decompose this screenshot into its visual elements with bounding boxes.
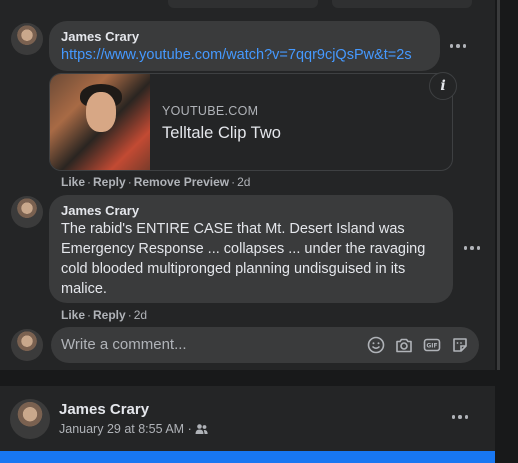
avatar[interactable] — [11, 23, 43, 55]
post-media-strip — [0, 451, 495, 463]
comment-bubble: James Crary https://www.youtube.com/watc… — [49, 21, 440, 71]
remove-preview-button[interactable]: Remove Preview — [134, 175, 229, 189]
comment-text-line: malice. — [61, 281, 107, 297]
post-time-link[interactable]: January 29 at 8:55 AM — [59, 422, 184, 436]
comment-actions: Like · Reply · 2d — [61, 308, 148, 322]
separator-dot: · — [187, 422, 192, 436]
svg-text:GIF: GIF — [426, 343, 437, 350]
avatar[interactable] — [11, 196, 43, 228]
comment-text-line: Emergency Response ... collapses ... und… — [61, 241, 426, 257]
post-timestamp: January 29 at 8:55 AM · — [59, 422, 208, 436]
camera-icon[interactable] — [395, 336, 413, 354]
comment-link[interactable]: https://www.youtube.com/watch?v=7qqr9cjQ… — [61, 45, 428, 65]
friends-audience-icon[interactable] — [195, 423, 208, 435]
reply-button[interactable]: Reply — [93, 175, 126, 189]
emoji-icon[interactable] — [367, 336, 385, 354]
more-options-icon[interactable] — [446, 38, 470, 54]
video-thumbnail[interactable] — [50, 74, 150, 170]
comment-author[interactable]: James Crary — [61, 29, 428, 45]
comment-author[interactable]: James Crary — [61, 203, 441, 219]
preview-domain: YOUTUBE.COM — [162, 104, 259, 118]
like-button[interactable]: Like — [61, 175, 85, 189]
comment-text-line: cold blooded multipronged planning undis… — [61, 261, 406, 277]
comment-age[interactable]: 2d — [134, 308, 147, 322]
comment-age[interactable]: 2d — [237, 175, 250, 189]
post-author-avatar[interactable] — [10, 399, 50, 439]
scrollbar[interactable] — [497, 0, 500, 370]
partial-button-left[interactable] — [168, 0, 318, 8]
comment-bubble: James Crary The rabid's ENTIRE CASE that… — [49, 195, 453, 303]
more-options-icon[interactable] — [460, 240, 484, 256]
more-options-icon[interactable] — [448, 409, 472, 425]
preview-title[interactable]: Telltale Clip Two — [162, 124, 281, 143]
partial-button-right[interactable] — [332, 0, 472, 8]
gif-icon[interactable]: GIF — [423, 336, 441, 354]
post-author-name[interactable]: James Crary — [59, 401, 149, 418]
top-partial-buttons — [168, 0, 472, 8]
reply-button[interactable]: Reply — [93, 308, 126, 322]
avatar[interactable] — [11, 329, 43, 361]
comment-composer[interactable]: Write a comment... GIF — [51, 327, 479, 363]
info-icon[interactable]: i — [429, 72, 457, 100]
link-preview-card[interactable]: YOUTUBE.COM Telltale Clip Two — [49, 73, 453, 171]
sticker-icon[interactable] — [451, 336, 469, 354]
comment-actions: Like · Reply · Remove Preview · 2d — [61, 175, 251, 189]
comment-text-line: The rabid's ENTIRE CASE that Mt. Desert … — [61, 221, 405, 237]
comment-input[interactable]: Write a comment... — [61, 336, 187, 353]
like-button[interactable]: Like — [61, 308, 85, 322]
